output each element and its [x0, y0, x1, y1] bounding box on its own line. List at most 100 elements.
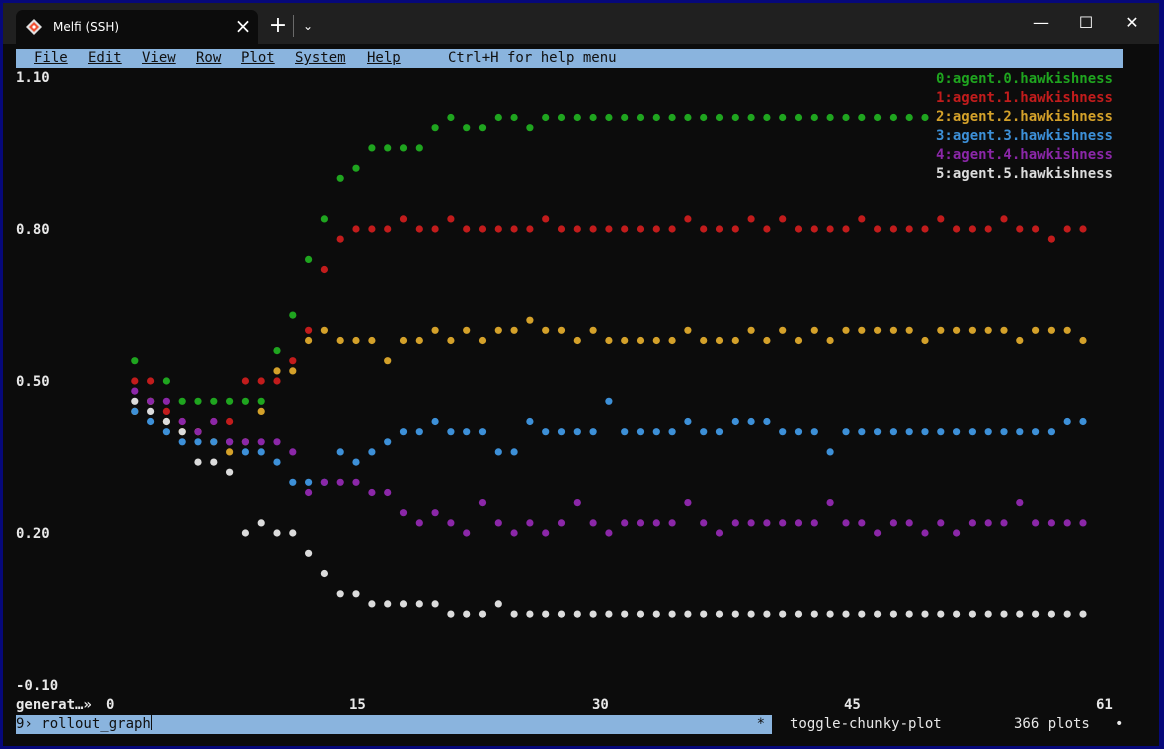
data-point: [636, 428, 645, 436]
data-point: [494, 448, 502, 456]
data-point: [842, 610, 850, 618]
data-point: [305, 336, 313, 345]
data-point: [463, 225, 471, 233]
data-point: [289, 478, 297, 486]
data-point: [226, 397, 234, 405]
data-point: [399, 336, 408, 345]
data-point: [384, 488, 392, 497]
data-point: [826, 225, 834, 233]
data-point: [763, 417, 771, 426]
series-0: [131, 113, 929, 405]
data-point: [826, 113, 834, 122]
data-point: [668, 336, 676, 345]
data-point: [794, 113, 803, 122]
data-point: [542, 610, 550, 618]
data-point: [542, 215, 550, 223]
data-point: [131, 397, 139, 405]
data-point: [921, 428, 929, 436]
data-point: [463, 326, 471, 334]
data-point: [684, 499, 692, 507]
data-point: [210, 458, 218, 466]
data-point: [273, 529, 281, 537]
data-point: [700, 336, 708, 345]
data-point: [668, 519, 676, 527]
data-point: [715, 336, 724, 345]
data-point: [1063, 610, 1071, 618]
data-point: [889, 326, 898, 334]
command-input[interactable]: 9› rollout_graph *: [16, 715, 772, 734]
data-point: [352, 478, 360, 486]
data-point: [668, 113, 676, 122]
chart-legend: 0:agent.0.hawkishness 1:agent.1.hawkishne…: [936, 70, 1113, 184]
data-point: [747, 113, 755, 122]
data-point: [715, 428, 724, 436]
data-point: [668, 225, 676, 233]
data-point: [905, 610, 913, 618]
data-point: [162, 417, 170, 426]
data-point: [763, 336, 771, 345]
data-point: [162, 377, 170, 385]
data-point: [842, 326, 850, 334]
data-point: [273, 347, 281, 355]
data-point: [305, 549, 313, 557]
data-point: [652, 336, 660, 345]
status-indicator: •: [1115, 716, 1124, 732]
data-point: [241, 448, 249, 456]
data-point: [794, 610, 803, 618]
legend-entry: 0:agent.0.hawkishness: [935, 71, 1113, 87]
data-point: [510, 225, 518, 233]
data-point: [589, 519, 597, 527]
data-point: [1079, 417, 1087, 426]
data-point: [700, 428, 708, 436]
status-command: toggle-chunky-plot: [790, 716, 942, 732]
data-point: [1063, 519, 1071, 527]
data-point: [937, 326, 945, 334]
data-point: [478, 428, 487, 436]
data-point: [320, 215, 328, 223]
data-point: [794, 336, 803, 345]
data-point: [605, 336, 613, 345]
data-point: [510, 610, 518, 618]
data-point: [921, 113, 929, 122]
data-point: [399, 215, 408, 223]
data-point: [162, 407, 170, 415]
data-point: [289, 357, 297, 365]
data-point: [715, 113, 724, 122]
data-point: [889, 225, 898, 233]
data-point: [1032, 326, 1040, 334]
data-point: [858, 519, 866, 527]
data-point: [463, 610, 471, 618]
data-point: [162, 428, 170, 436]
data-point: [589, 326, 597, 334]
data-point: [889, 113, 898, 122]
data-point: [668, 428, 676, 436]
data-point: [953, 529, 961, 537]
data-point: [415, 519, 423, 527]
data-point: [368, 488, 376, 497]
data-point: [431, 326, 439, 334]
data-point: [953, 225, 961, 233]
data-point: [241, 397, 249, 405]
data-point: [194, 397, 202, 405]
data-point: [826, 499, 834, 507]
x-tick-label: 45: [844, 697, 861, 713]
data-point: [305, 478, 313, 486]
data-point: [273, 438, 281, 446]
data-point: [415, 144, 423, 152]
data-point: [858, 428, 866, 436]
data-point: [652, 428, 660, 436]
data-point: [953, 326, 961, 334]
data-point: [731, 417, 739, 426]
data-point: [1000, 326, 1008, 334]
data-point: [320, 326, 328, 334]
data-point: [194, 438, 202, 446]
data-point: [968, 519, 977, 527]
data-point: [858, 326, 866, 334]
data-point: [368, 448, 376, 456]
data-point: [131, 407, 139, 415]
data-point: [510, 326, 518, 334]
data-point: [573, 113, 581, 122]
data-point: [573, 499, 581, 507]
data-point: [431, 600, 439, 608]
data-point: [968, 610, 977, 618]
